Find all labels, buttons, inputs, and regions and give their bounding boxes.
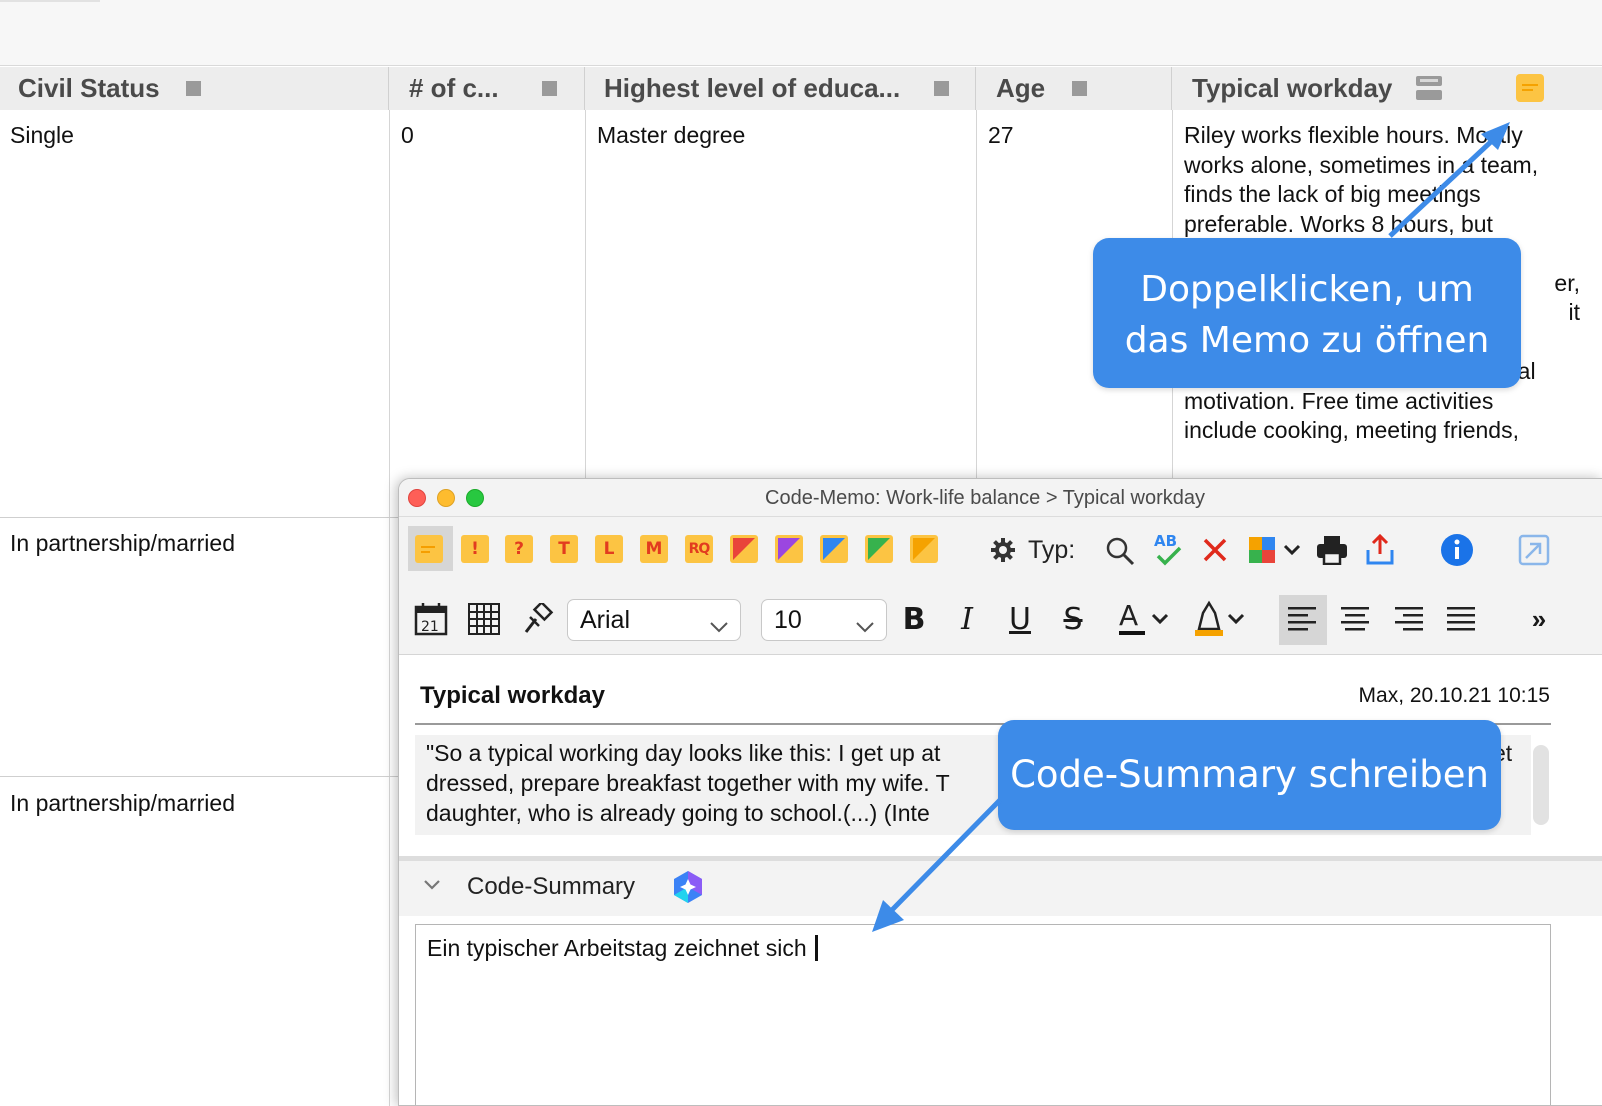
page: Civil Status # of c... Highest level of … (0, 0, 1602, 1106)
arrow-to-summary-field (872, 798, 1002, 932)
annotation-arrows (872, 122, 1510, 932)
arrow-to-memo-icon (1388, 122, 1510, 238)
